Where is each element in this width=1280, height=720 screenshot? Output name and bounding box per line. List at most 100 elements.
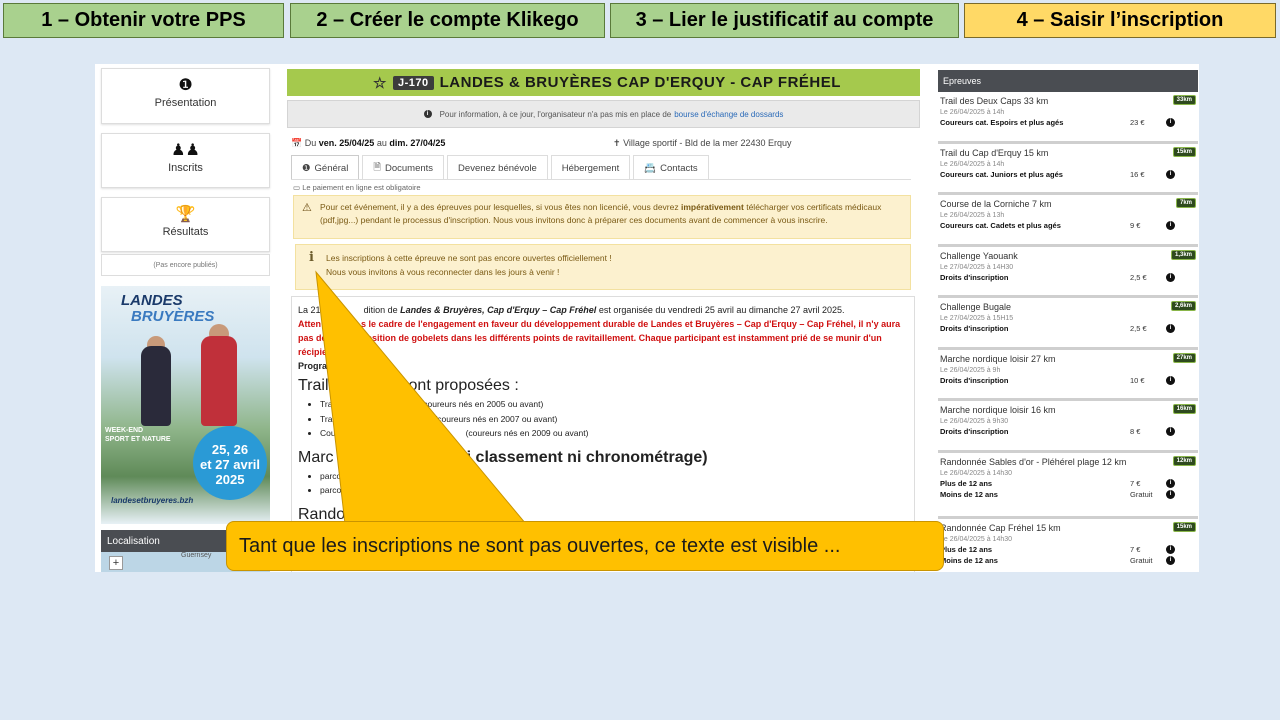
race-price: 8 €	[1130, 427, 1141, 436]
tab-documents-label: Documents	[384, 162, 434, 174]
tab-contacts-label: Contacts	[660, 162, 698, 174]
map-label: Guernsey	[181, 552, 212, 559]
nav-presentation[interactable]: ❶ Présentation	[101, 68, 270, 124]
event-venue: ✝ Village sportif - Bld de la mer 22430 …	[613, 138, 792, 149]
contact-icon: 📇	[644, 162, 657, 174]
venue-text: Village sportif - Bld de la mer 22430 Er…	[623, 138, 792, 148]
distance-badge: 16km	[1172, 404, 1196, 414]
race-item[interactable]: Marche nordique loisir 16 km 16km Le 26/04…	[938, 401, 1198, 453]
race-item[interactable]: Randonnée Sables d'or - Pléhérel plage 1…	[938, 453, 1198, 519]
race-category: Coureurs cat. Juniors et plus agés	[940, 169, 1063, 179]
race-category: Plus de 12 ans	[940, 544, 993, 554]
info-icon[interactable]: i	[1166, 427, 1175, 436]
race-name: Randonnée Cap Fréhel 15 km	[940, 522, 1061, 533]
desc-warning-1: Atten s le cadre de l'engagement en faveu…	[298, 319, 901, 329]
info-icon: i	[423, 110, 432, 118]
warning-strong: impérativement	[681, 202, 744, 212]
race-item[interactable]: Course de la Corniche 7 km 7km Le 26/04/20…	[938, 195, 1198, 247]
tab-benevole-label: Devenez bénévole	[458, 162, 537, 174]
payment-note-text: Le paiement en ligne est obligatoire	[302, 183, 421, 192]
poster-dates-2: et 27 avril	[200, 457, 260, 472]
nav-presentation-label: Présentation	[154, 97, 217, 109]
annotation-callout: Tant que les inscriptions ne sont pas ou…	[226, 521, 944, 571]
info-icon[interactable]: i	[1166, 489, 1175, 499]
nav-resultats-label: Résultats	[162, 226, 209, 238]
event-tabs: ❶ Général 🗎 Documents Devenez bénévole Héb…	[291, 155, 712, 180]
race-date: Le 27/04/2025 à 14H30	[940, 263, 1014, 271]
race-category: Droits d'inscription	[940, 375, 1009, 385]
poster-title-2: BRUYÈRES	[131, 308, 215, 325]
document-icon: 🗎	[373, 162, 381, 173]
desc-warning-2: pas de osition de gobelets dans les diffé…	[298, 333, 882, 343]
event-poster[interactable]: LANDES BRUYÈRES WEEK-END SPORT ET NATURE …	[101, 286, 270, 524]
nav-inscrits[interactable]: ♟♟ Inscrits	[101, 133, 270, 188]
info-icon[interactable]: i	[1166, 118, 1175, 127]
step-2-tab: 2 – Créer le compte Klikego	[290, 3, 605, 38]
distance-badge: 15km	[1172, 146, 1196, 157]
info-icon[interactable]: i	[1166, 555, 1175, 565]
distance-badge: 12km	[1172, 455, 1196, 466]
step-1-tab: 1 – Obtenir votre PPS	[3, 3, 284, 38]
race-price-row: Coureurs cat. Espoirs et plus agés 23 € i	[940, 118, 1195, 127]
list-item: parco	[320, 469, 908, 484]
event-page-screenshot: ❶ Présentation ♟♟ Inscrits 🏆 Résultats (…	[95, 64, 1199, 572]
event-title: LANDES & BRUYÈRES CAP D'ERQUY - CAP FRÉH…	[439, 74, 841, 91]
event-title-bar: ☆ J-170 LANDES & BRUYÈRES CAP D'ERQUY - …	[287, 69, 920, 96]
race-date: Le 26/04/2025 à 14h30	[940, 469, 1013, 477]
info-icon[interactable]: i	[1166, 221, 1175, 230]
race-name: Marche nordique loisir 27 km	[940, 353, 1056, 364]
date-from: ven. 25/04/25	[318, 138, 375, 148]
info-icon[interactable]: i	[1166, 375, 1175, 385]
tab-hebergement[interactable]: Hébergement	[550, 155, 631, 180]
race-price: Gratuit	[1130, 489, 1153, 499]
list-item: Cou(coureurs nés en 2009 ou avant)	[320, 426, 908, 441]
tab-benevole[interactable]: Devenez bénévole	[447, 155, 548, 180]
date-to: dim. 27/04/25	[389, 138, 446, 148]
race-item[interactable]: Randonnée Cap Fréhel 15 km 15km Le 26/04/2…	[938, 519, 1198, 573]
bib-exchange-link[interactable]: bourse d'échange de dossards	[674, 110, 783, 119]
race-price-row: Droits d'inscription 10 € i	[940, 375, 1195, 385]
info-icon[interactable]: i	[1166, 169, 1175, 179]
poster-weekend: WEEK-END SPORT ET NATURE	[105, 426, 171, 444]
race-item[interactable]: Challenge Bugale 2,6km Le 27/04/2025 à 15H…	[938, 298, 1198, 350]
tab-hebergement-label: Hébergement	[561, 162, 620, 174]
step-2-label: 2 – Créer le compte Klikego	[316, 9, 579, 31]
info-icon[interactable]: i	[1166, 324, 1175, 333]
race-date: Le 26/04/2025 à 9h30	[940, 418, 1009, 425]
tab-divider	[291, 179, 911, 180]
race-name: Randonnée Sables d'or - Pléhérel plage 1…	[940, 456, 1127, 467]
race-price: 16 €	[1130, 169, 1145, 179]
tab-documents[interactable]: 🗎 Documents	[362, 155, 445, 180]
race-item[interactable]: Trail du Cap d'Erquy 15 km 15km Le 26/04/2…	[938, 144, 1198, 195]
date-prefix: Du	[304, 138, 317, 148]
zoom-in-button[interactable]: +	[109, 556, 123, 570]
race-date: Le 26/04/2025 à 13h	[940, 212, 1005, 219]
race-name: Challenge Yaouank	[940, 250, 1018, 261]
tab-contacts[interactable]: 📇 Contacts	[633, 155, 709, 180]
step-4-label: 4 – Saisir l’inscription	[1016, 9, 1224, 31]
race-price-row: Moins de 12 ans Gratuit i	[940, 555, 1195, 565]
distance-badge: 33km	[1172, 95, 1196, 105]
closed-line-2: Nous vous invitons à vous reconnecter da…	[326, 267, 560, 277]
races-header: Epreuves	[938, 70, 1198, 92]
race-category: Droits d'inscription	[940, 272, 1009, 282]
race-name: Trail des Deux Caps 33 km	[940, 96, 1049, 106]
tab-general[interactable]: ❶ Général	[291, 155, 360, 180]
race-item[interactable]: Challenge Yaouank 1,3km Le 27/04/2025 à 14…	[938, 247, 1198, 298]
race-category: Droits d'inscription	[940, 427, 1009, 436]
step-3-label: 3 – Lier le justificatif au compte	[635, 9, 934, 31]
info-icon[interactable]: i	[1166, 478, 1175, 488]
race-price: 2,5 €	[1130, 272, 1147, 282]
star-icon[interactable]: ☆	[373, 74, 387, 92]
info-circle-icon: ❶	[178, 77, 193, 94]
date-mid: au	[376, 138, 387, 148]
info-icon[interactable]: i	[1166, 272, 1175, 282]
nav-resultats[interactable]: 🏆 Résultats	[101, 197, 270, 252]
race-item[interactable]: Trail des Deux Caps 33 km 33km Le 26/04/20…	[938, 92, 1198, 144]
runner-body-1	[141, 346, 171, 426]
info-icon[interactable]: i	[1166, 544, 1175, 554]
race-item[interactable]: Marche nordique loisir 27 km 27km Le 26/04…	[938, 350, 1198, 401]
certificate-warning: ⚠ Pour cet événement, il y a des épreuve…	[293, 195, 911, 239]
calendar-icon: 📅	[291, 138, 303, 148]
desc-programme: Progra	[298, 361, 328, 371]
